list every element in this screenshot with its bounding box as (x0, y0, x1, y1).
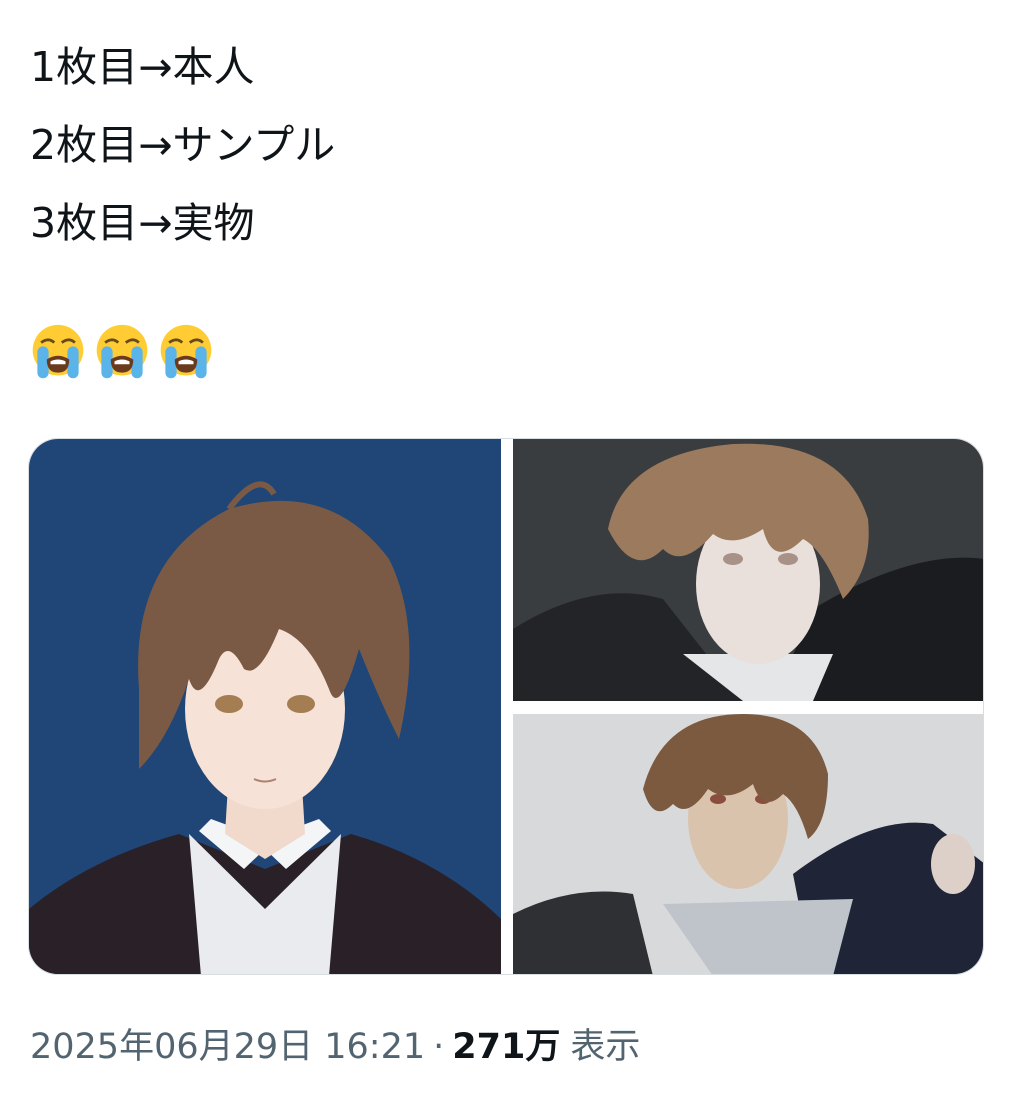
loudly-crying-face-icon (96, 324, 148, 379)
media-image-3[interactable] (513, 714, 983, 974)
illustration-image (29, 439, 501, 974)
views-count: 271万 (452, 1027, 561, 1067)
media-image-2[interactable] (513, 439, 983, 701)
tweet-meta: 2025年06月29日 16:21 · 271万 表示 (30, 1018, 640, 1069)
emoji-row (28, 322, 216, 386)
tweet-line-1: 1枚目→本人 (30, 43, 255, 91)
views-label: 表示 (570, 1027, 641, 1067)
timestamp-link[interactable]: 2025年06月29日 16:21 (30, 1018, 425, 1069)
tweet-line-2: 2枚目→サンプル (30, 121, 336, 169)
loudly-crying-face-icon (32, 324, 84, 379)
figure-actual-photo (513, 714, 983, 974)
tweet-line-3: 3枚目→実物 (30, 199, 255, 247)
media-grid (28, 438, 984, 975)
loudly-crying-face-icon (160, 324, 212, 379)
tweet-text: 1枚目→本人 2枚目→サンプル 3枚目→実物 (30, 28, 335, 262)
media-image-1[interactable] (29, 439, 501, 974)
meta-separator: · (433, 1027, 445, 1067)
figure-sample-photo (513, 439, 983, 701)
